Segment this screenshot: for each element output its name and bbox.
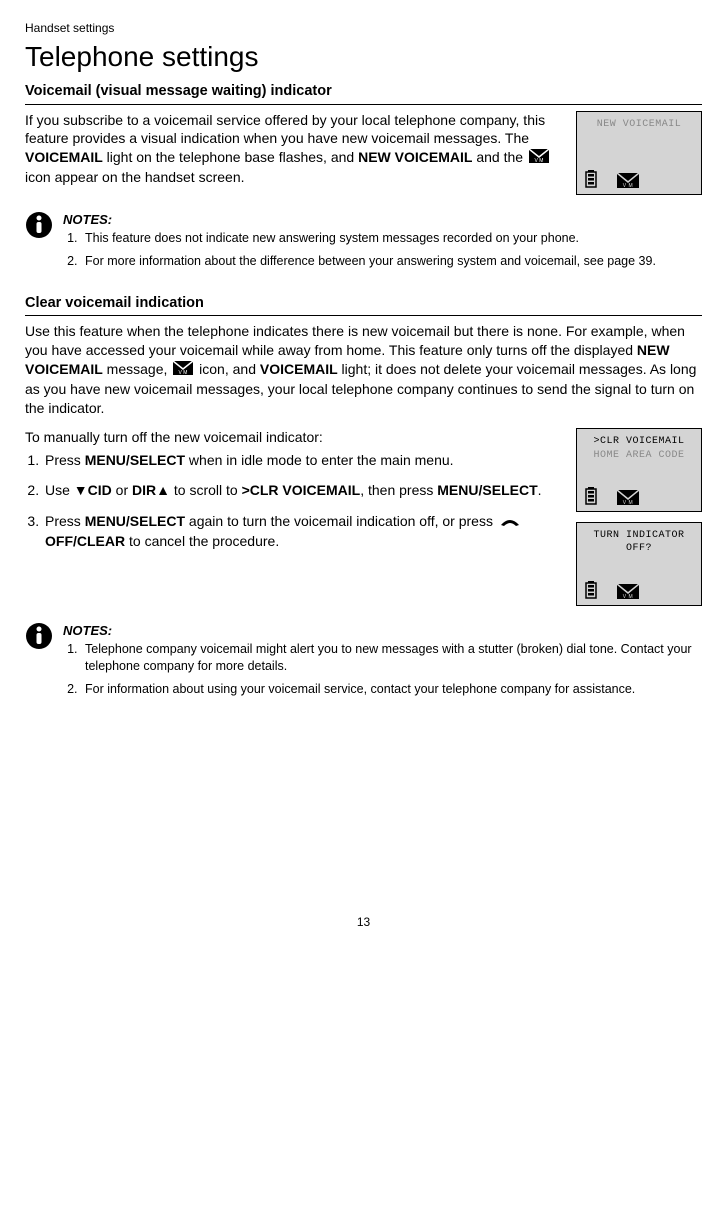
s2-mid1: message,	[103, 361, 171, 377]
svg-text:V M: V M	[179, 370, 188, 375]
breadcrumb: Handset settings	[25, 20, 702, 36]
step2-j: .	[538, 482, 542, 498]
s1-mid2: and the	[472, 149, 527, 165]
s2-pre: Use this feature when the telephone indi…	[25, 323, 685, 358]
lcd-screen-clr-voicemail: >CLR VOICEMAIL HOME AREA CODE V M	[576, 428, 702, 512]
svg-text:V M: V M	[534, 158, 543, 163]
lcd1-line1: NEW VOICEMAIL	[577, 118, 701, 132]
step2-g: , then press	[360, 482, 437, 498]
step2-menu-select: MENU/SELECT	[437, 482, 537, 498]
step2-a: Use	[45, 482, 74, 498]
lcd3-line2: OFF?	[577, 542, 701, 556]
steps-row: To manually turn off the new voicemail i…	[25, 428, 702, 606]
notes2-content: NOTES: Telephone company voicemail might…	[63, 622, 702, 704]
battery-icon	[585, 170, 597, 188]
steps-intro: To manually turn off the new voicemail i…	[25, 428, 564, 447]
page-number: 13	[25, 914, 702, 930]
step-3: Press MENU/SELECT again to turn the voic…	[43, 512, 564, 551]
steps-column: To manually turn off the new voicemail i…	[25, 428, 564, 606]
notes1-content: NOTES: This feature does not indicate ne…	[63, 211, 656, 276]
s1-pre: If you subscribe to a voicemail service …	[25, 112, 545, 147]
lcd2-line2: HOME AREA CODE	[577, 449, 701, 463]
s1-new-voicemail: NEW VOICEMAIL	[358, 149, 472, 165]
step3-g: to cancel the procedure.	[125, 533, 279, 549]
lcd-screen-new-voicemail: NEW VOICEMAIL V M	[576, 111, 702, 195]
voicemail-envelope-icon: V M	[617, 490, 639, 505]
phone-hangup-icon	[499, 513, 521, 532]
step3-off-clear: OFF/CLEAR	[45, 533, 125, 549]
step2-e: to scroll to	[170, 482, 242, 498]
step2-c: or	[112, 482, 132, 498]
lcd-screen-turn-indicator-off: TURN INDICATOR OFF? V M	[576, 522, 702, 606]
page-title: Telephone settings	[25, 38, 702, 76]
section1-text: If you subscribe to a voicemail service …	[25, 111, 564, 195]
lcd-stack: >CLR VOICEMAIL HOME AREA CODE V M TURN I…	[576, 428, 702, 606]
svg-text:V M: V M	[623, 500, 633, 505]
notes-block-1: NOTES: This feature does not indicate ne…	[25, 211, 702, 276]
voicemail-envelope-icon: V M	[617, 584, 639, 599]
lcd2-line1: >CLR VOICEMAIL	[577, 435, 701, 449]
info-icon	[25, 622, 53, 704]
notes-label: NOTES:	[63, 622, 702, 640]
lcd3-line1: TURN INDICATOR	[577, 529, 701, 543]
step3-menu-select: MENU/SELECT	[85, 513, 185, 529]
s1-mid1: light on the telephone base flashes, and	[103, 149, 358, 165]
step-1: Press MENU/SELECT when in idle mode to e…	[43, 451, 564, 470]
notes2-list: Telephone company voicemail might alert …	[63, 641, 702, 698]
steps-list: Press MENU/SELECT when in idle mode to e…	[25, 451, 564, 551]
section1-row: If you subscribe to a voicemail service …	[25, 111, 702, 195]
voicemail-envelope-icon: V M	[173, 361, 193, 380]
battery-icon	[585, 581, 597, 599]
up-arrow-icon: ▲	[156, 482, 170, 498]
section-heading-clear-voicemail: Clear voicemail indication	[25, 294, 702, 317]
notes-label: NOTES:	[63, 211, 656, 229]
step2-cid: ▼CID	[74, 482, 112, 498]
voicemail-envelope-icon: V M	[617, 173, 639, 188]
step3-a: Press	[45, 513, 85, 529]
info-icon	[25, 211, 53, 276]
svg-text:V M: V M	[623, 594, 633, 599]
step1-menu: MENU/SELECT	[85, 452, 185, 468]
notes1-item: This feature does not indicate new answe…	[81, 230, 656, 247]
step1-d: when in idle mode to enter the main menu…	[185, 452, 454, 468]
section-heading-voicemail-indicator: Voicemail (visual message waiting) indic…	[25, 82, 702, 105]
step-2: Use ▼CID or DIR▲ to scroll to >CLR VOICE…	[43, 481, 564, 500]
step2-clr-voicemail: >CLR VOICEMAIL	[242, 482, 361, 498]
step1-a: Press	[45, 452, 85, 468]
s2-mid2: icon, and	[195, 361, 260, 377]
down-arrow-icon: ▼	[74, 482, 88, 498]
voicemail-envelope-icon: V M	[529, 149, 549, 168]
notes1-list: This feature does not indicate new answe…	[63, 230, 656, 270]
notes-block-2: NOTES: Telephone company voicemail might…	[25, 622, 702, 704]
step2-dir: DIR▲	[132, 482, 170, 498]
section-clear-voicemail: Clear voicemail indication Use this feat…	[25, 294, 702, 704]
s1-post: icon appear on the handset screen.	[25, 169, 245, 185]
s1-voicemail-word: VOICEMAIL	[25, 149, 103, 165]
svg-text:V M: V M	[623, 183, 633, 188]
step3-d: again to turn the voicemail indication o…	[185, 513, 497, 529]
section2-body: Use this feature when the telephone indi…	[25, 322, 702, 417]
notes1-item: For more information about the differenc…	[81, 253, 656, 270]
battery-icon	[585, 487, 597, 505]
s2-voicemail-word: VOICEMAIL	[260, 361, 338, 377]
notes2-item: Telephone company voicemail might alert …	[81, 641, 702, 675]
notes2-item: For information about using your voicema…	[81, 681, 702, 698]
